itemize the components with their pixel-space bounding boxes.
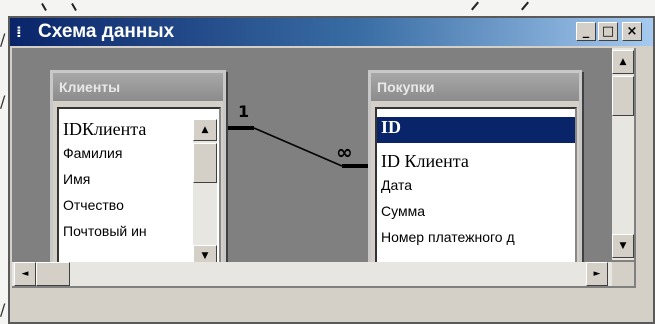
table-purchases[interactable]: Покупки ID ID Клиента Дата Сумма Номер п… [368, 70, 582, 282]
scan-mark: / [0, 92, 6, 111]
table-clients[interactable]: Клиенты IDКлиента Фамилия Имя Отчество П… [50, 70, 226, 276]
table-clients-scrollbar[interactable]: ▲ ▼ [193, 119, 217, 267]
scroll-thumb[interactable] [193, 143, 217, 183]
scan-line [41, 3, 47, 11]
scan-line [521, 1, 529, 11]
table-purchases-field-list[interactable]: ID ID Клиента Дата Сумма Номер платежног… [375, 107, 577, 279]
scan-line [471, 1, 479, 11]
window-titlebar[interactable]: ⁞ Схема данных _ □ × [10, 18, 653, 46]
window-vertical-scrollbar[interactable]: ▲ ▼ [612, 48, 634, 260]
scroll-thumb[interactable] [36, 262, 70, 286]
scan-line [71, 3, 77, 11]
field-item[interactable]: Сумма [377, 203, 575, 229]
scan-mark: / [0, 30, 6, 49]
field-item-selected[interactable]: ID [377, 117, 575, 143]
schema-canvas[interactable]: 1 ∞ Клиенты IDКлиента Фамилия Имя Отчест… [12, 48, 636, 288]
table-clients-title[interactable]: Клиенты [53, 73, 223, 101]
schema-window: ⁞ Схема данных _ □ × 1 ∞ Клиенты IDКлиен… [8, 16, 655, 324]
scan-mark: / [0, 300, 6, 319]
schema-icon[interactable]: ⁞ [16, 23, 34, 41]
scroll-thumb[interactable] [612, 76, 634, 116]
field-item[interactable]: ID Клиента [377, 151, 575, 177]
minimize-button[interactable]: _ [576, 22, 596, 41]
maximize-button[interactable]: □ [598, 22, 618, 41]
relationship-many-label: ∞ [336, 140, 353, 164]
table-purchases-title[interactable]: Покупки [371, 73, 579, 101]
relationship-one-label: 1 [238, 102, 250, 121]
scroll-right-button[interactable]: ► [586, 262, 608, 286]
field-item[interactable]: Дата [377, 177, 575, 203]
window-title: Схема данных [38, 21, 175, 42]
field-item[interactable]: Номер платежного д [377, 229, 575, 255]
scroll-down-button[interactable]: ▼ [612, 234, 634, 258]
table-clients-field-list[interactable]: IDКлиента Фамилия Имя Отчество Почтовый … [57, 107, 221, 271]
size-grip[interactable] [612, 262, 634, 286]
window-horizontal-scrollbar[interactable]: ◄ ► [12, 262, 612, 286]
scroll-up-button[interactable]: ▲ [612, 50, 634, 74]
scroll-left-button[interactable]: ◄ [14, 262, 36, 286]
close-button[interactable]: × [622, 22, 642, 41]
scroll-up-button[interactable]: ▲ [193, 119, 217, 141]
